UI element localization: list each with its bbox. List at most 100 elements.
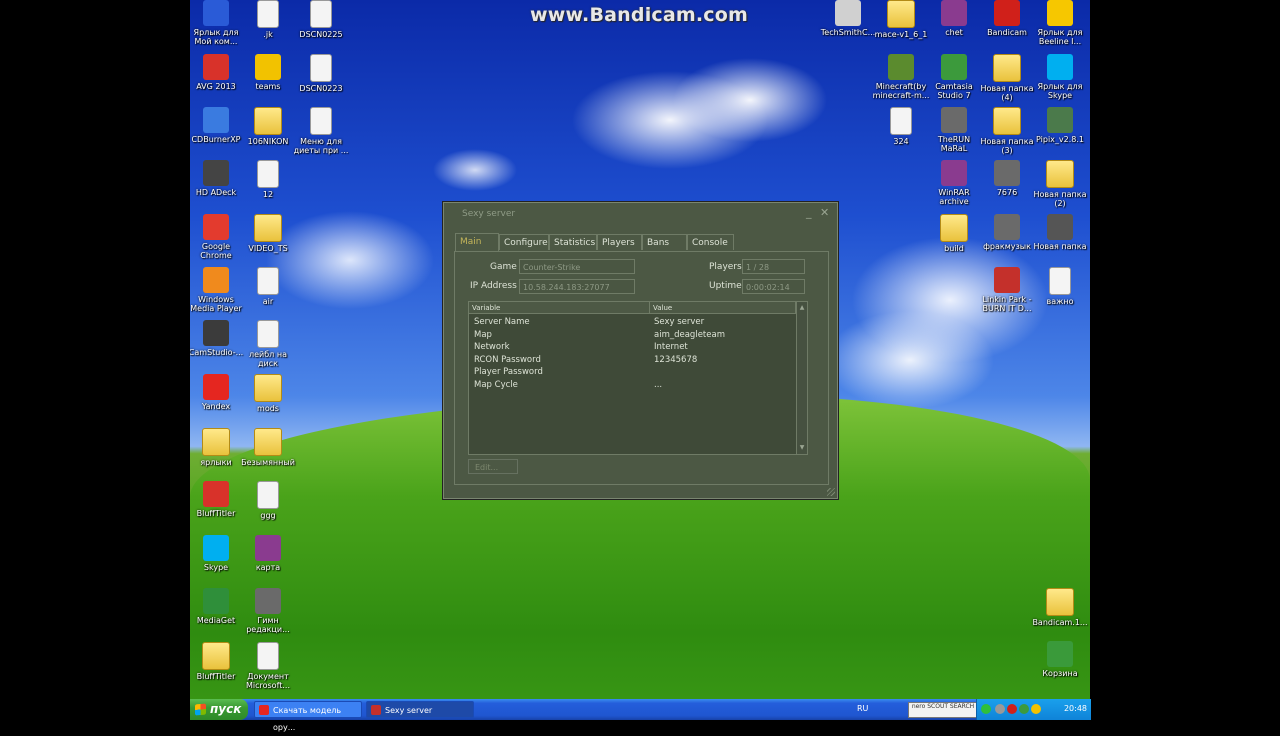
desktop-icon[interactable]: карта — [238, 535, 298, 572]
tab-players[interactable]: Players — [597, 234, 642, 250]
tab-bans[interactable]: Bans — [642, 234, 687, 250]
column-header-value[interactable]: Value — [650, 302, 796, 314]
desktop-icon[interactable]: Новая папка — [1030, 214, 1090, 251]
desktop-icon[interactable]: фракмузык — [977, 214, 1037, 251]
start-button[interactable]: пуск — [190, 699, 248, 720]
desktop-icon[interactable]: Pipix_v2.8.1 — [1030, 107, 1090, 144]
record-icon[interactable] — [1007, 704, 1017, 714]
desktop-icon-label: ggg — [260, 511, 276, 520]
variable-cell: Player Password — [474, 367, 543, 378]
clock[interactable]: 20:48 — [1064, 704, 1087, 713]
network-icon[interactable] — [995, 704, 1005, 714]
desktop-icon[interactable]: DSCN0225 — [291, 0, 351, 39]
cdburner-icon — [203, 107, 229, 133]
tab-configure[interactable]: Configure — [499, 234, 549, 250]
desktop-icon[interactable]: TechSmithC... — [818, 0, 878, 37]
nero-search-box[interactable]: nero SCOUT SEARCH — [908, 702, 978, 718]
desktop-icon[interactable]: Minecraft(by minecraft-m... — [871, 54, 931, 100]
ip-field[interactable]: 10.58.244.183:27077 — [519, 279, 635, 294]
desktop-icon[interactable]: WinRAR archive — [924, 160, 984, 206]
desktop-icon[interactable]: Новая папка (4) — [977, 54, 1037, 102]
table-row[interactable]: Map aim_deagleteam — [474, 330, 794, 342]
desktop-icon[interactable]: 324 — [871, 107, 931, 146]
desktop-icon[interactable]: Меню для диеты при ... — [291, 107, 351, 155]
scroll-down-icon[interactable]: ▼ — [798, 443, 806, 453]
tray-app-icon[interactable] — [1019, 704, 1029, 714]
game-field[interactable]: Counter-Strike — [519, 259, 635, 274]
mediaget-icon — [203, 588, 229, 614]
word-document-icon — [257, 642, 279, 670]
edit-button[interactable]: Edit... — [468, 459, 518, 474]
table-scrollbar[interactable]: ▲ ▼ — [796, 302, 807, 454]
folder-icon — [202, 428, 230, 456]
desktop-icon[interactable]: build — [924, 214, 984, 253]
minecraft-icon — [888, 54, 914, 80]
desktop-icon[interactable]: Новая папка (3) — [977, 107, 1037, 155]
players-field[interactable]: 1 / 28 — [742, 259, 805, 274]
camtasia-icon — [941, 54, 967, 80]
desktop-icon[interactable]: ggg — [238, 481, 298, 520]
desktop-icon[interactable]: TheRUN MaRaL — [924, 107, 984, 153]
desktop-icon[interactable]: Корзина — [1030, 641, 1090, 678]
skype-icon — [1047, 54, 1073, 80]
table-row[interactable]: RCON Password 12345678 — [474, 355, 794, 367]
volume-icon[interactable] — [1031, 704, 1041, 714]
desktop-icon-label: фракмузык — [983, 242, 1031, 251]
bandicam-watermark: www.Bandicam.com — [530, 4, 749, 26]
desktop-icon[interactable]: лейбл на диск — [238, 320, 298, 368]
scroll-up-icon[interactable]: ▲ — [798, 303, 806, 313]
dialog-title: Sexy server — [462, 209, 516, 219]
chrome-icon — [203, 214, 229, 240]
desktop-icon[interactable]: 7676 — [977, 160, 1037, 197]
dialog-titlebar[interactable]: Sexy server _ ✕ — [444, 203, 837, 227]
desktop-icon-label: Minecraft(by minecraft-m... — [872, 82, 930, 100]
server-dialog: Sexy server _ ✕ Main Configure Statistic… — [443, 202, 838, 499]
taskbar: пуск Скачать модель ору... Sexy server R… — [190, 699, 1091, 732]
column-header-variable[interactable]: Variable — [469, 302, 650, 314]
tab-console[interactable]: Console — [687, 234, 734, 250]
arrow-icon[interactable] — [981, 704, 991, 714]
variables-table[interactable]: Variable Value Server Name Sexy server Map… — [468, 301, 808, 455]
desktop-icon[interactable]: mods — [238, 374, 298, 413]
desktop-icon[interactable]: air — [238, 267, 298, 306]
players-label: Players — [709, 262, 742, 272]
desktop-icon-label: mace-v1_6_1 — [874, 30, 928, 39]
table-row[interactable]: Map Cycle... — [474, 380, 794, 392]
desktop-icon[interactable]: .jk — [238, 0, 298, 39]
desktop-icon[interactable]: 12 — [238, 160, 298, 199]
tab-main[interactable]: Main — [455, 233, 499, 251]
table-row[interactable]: Server Name Sexy server — [474, 317, 794, 329]
avi-file-icon — [994, 214, 1020, 240]
desktop-icon[interactable]: Ярлык для Skype — [1030, 54, 1090, 100]
desktop-icon[interactable]: Bandicam.1... — [1030, 588, 1090, 627]
desktop-icon-label: Linkin Park - BURN IT D... — [982, 295, 1032, 313]
resize-grip[interactable] — [827, 488, 835, 496]
desktop-icon[interactable]: VIDEO_TS — [238, 214, 298, 253]
desktop-icon-label: 7676 — [996, 188, 1018, 197]
desktop-icon[interactable]: Linkin Park - BURN IT D... — [977, 267, 1037, 313]
desktop-icon[interactable]: teams — [238, 54, 298, 91]
taskbar-button-browser[interactable]: Скачать модель ору... — [254, 701, 362, 732]
close-button[interactable]: ✕ — [820, 206, 829, 219]
desktop-icon[interactable]: важно — [1030, 267, 1090, 306]
desktop-icon[interactable]: Гимн редакци... — [238, 588, 298, 634]
desktop-icon[interactable]: Документ Microsoft... — [238, 642, 298, 690]
desktop-icon[interactable]: Безымянный — [238, 428, 298, 467]
desktop-icon[interactable]: DSCN0223 — [291, 54, 351, 93]
start-label: пуск — [210, 702, 242, 716]
desktop-icon[interactable]: 106NIKON — [238, 107, 298, 146]
desktop-icon[interactable]: mace-v1_6_1 — [871, 0, 931, 39]
language-indicator[interactable]: RU — [857, 704, 868, 713]
tab-statistics[interactable]: Statistics — [549, 234, 597, 250]
table-row[interactable]: Player Password — [474, 367, 794, 379]
desktop-icon[interactable]: Ярлык для Beeline I... — [1030, 0, 1090, 46]
table-row[interactable]: Network Internet — [474, 342, 794, 354]
taskbar-button-server[interactable]: Sexy server — [366, 701, 474, 718]
desktop-icon[interactable]: Новая папка (2) — [1030, 160, 1090, 208]
desktop-icon[interactable]: Bandicam — [977, 0, 1037, 37]
desktop-icon[interactable]: chet — [924, 0, 984, 37]
minimize-button[interactable]: _ — [806, 206, 812, 219]
desktop-icon-label: карта — [255, 563, 281, 572]
desktop-icon[interactable]: Camtasia Studio 7 — [924, 54, 984, 100]
uptime-field[interactable]: 0:00:02:14 — [742, 279, 805, 294]
